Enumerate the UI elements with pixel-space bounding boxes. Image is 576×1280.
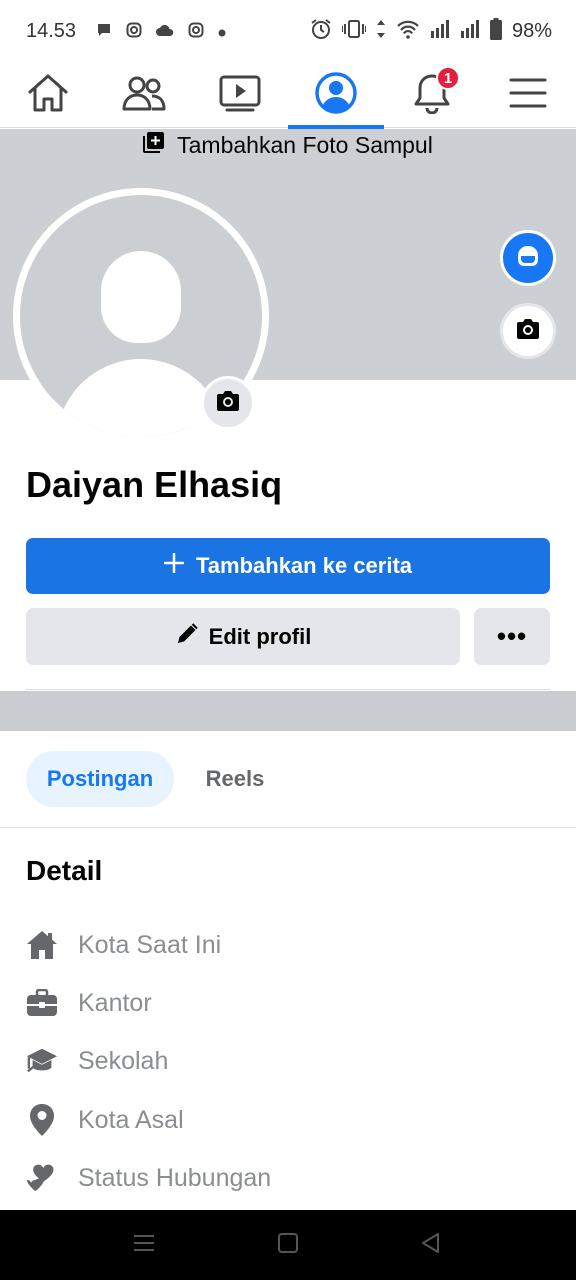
cloud-icon — [156, 23, 174, 42]
menu-lines-icon — [133, 1233, 155, 1258]
battery-icon — [489, 18, 502, 45]
location-pin-icon — [26, 1104, 58, 1136]
back-triangle-icon — [420, 1232, 442, 1259]
top-navigation-bar: 1 — [0, 62, 576, 129]
detail-item-label: Status Hubungan — [78, 1163, 272, 1192]
hamburger-icon — [509, 77, 547, 114]
nav-watch[interactable] — [192, 62, 288, 128]
square-icon — [277, 1232, 299, 1259]
battery-percentage: 98% — [511, 20, 552, 42]
avatar-face-icon — [514, 244, 542, 273]
detail-item-school[interactable]: Sekolah — [26, 1039, 546, 1083]
more-dots-icon: ••• — [496, 621, 528, 651]
detail-item-label: Kota Saat Ini — [78, 930, 222, 959]
divider — [0, 827, 576, 828]
tab-posts-label: Postingan — [46, 766, 154, 791]
add-to-story-label: Tambahkan ke cerita — [195, 553, 413, 578]
signal-icon — [430, 19, 450, 44]
add-cover-photo-label: Tambahkan Foto Sampul — [177, 131, 433, 158]
detail-item-label: Kantor — [78, 988, 152, 1017]
home-button[interactable] — [275, 1232, 301, 1258]
detail-item-workplace[interactable]: Kantor — [26, 981, 546, 1025]
hearts-icon — [26, 1162, 58, 1194]
recent-apps-button[interactable] — [131, 1232, 157, 1258]
detail-item-label: Sekolah — [78, 1046, 169, 1075]
detail-item-label: Kota Asal — [78, 1105, 184, 1134]
signal-icon — [460, 19, 480, 44]
friends-icon — [122, 73, 166, 118]
edit-profile-button[interactable]: Edit profil — [26, 608, 460, 665]
detail-item-relationship[interactable]: Status Hubungan — [26, 1156, 546, 1200]
dot-icon — [218, 24, 226, 42]
edit-profile-label: Edit profil — [208, 623, 312, 649]
add-photo-icon — [143, 131, 165, 159]
avatar-button[interactable] — [500, 230, 556, 286]
more-options-button[interactable]: ••• — [474, 608, 550, 665]
tab-reels[interactable]: Reels — [186, 751, 284, 807]
tab-posts[interactable]: Postingan — [26, 751, 174, 807]
nav-profile[interactable] — [288, 62, 384, 129]
profile-name: Daiyan Elhasiq — [26, 464, 283, 505]
section-separator — [0, 691, 576, 731]
nav-notifications[interactable]: 1 — [384, 62, 480, 128]
notification-badge: 1 — [436, 66, 460, 90]
edit-profile-picture-button[interactable] — [201, 376, 255, 430]
alarm-icon — [310, 18, 332, 45]
instagram-icon — [188, 22, 204, 43]
vibrate-icon — [340, 19, 367, 44]
detail-item-current-city[interactable]: Kota Saat Ini — [26, 923, 546, 967]
add-cover-photo-button[interactable]: Tambahkan Foto Sampul — [0, 131, 576, 159]
detail-item-hometown[interactable]: Kota Asal — [26, 1098, 546, 1142]
tab-reels-label: Reels — [205, 766, 265, 791]
nav-home[interactable] — [0, 62, 96, 128]
home-icon — [27, 73, 69, 118]
pencil-icon — [175, 622, 199, 652]
nav-menu[interactable] — [480, 62, 576, 128]
nav-friends[interactable] — [96, 62, 192, 128]
add-to-story-button[interactable]: Tambahkan ke cerita — [26, 538, 550, 594]
back-button[interactable] — [418, 1232, 444, 1258]
plus-icon — [163, 552, 185, 579]
chat-bubble-icon — [96, 22, 112, 43]
graduation-cap-icon — [26, 1045, 58, 1077]
instagram-icon — [126, 22, 142, 43]
edit-cover-camera-button[interactable] — [500, 303, 556, 359]
status-time: 14.53 — [26, 20, 77, 42]
detail-section-title: Detail — [26, 855, 103, 886]
data-arrows-icon — [376, 19, 386, 44]
status-notification-icons — [96, 22, 226, 43]
wifi-icon — [396, 19, 420, 44]
camera-icon — [215, 390, 241, 417]
house-icon — [26, 929, 58, 961]
profile-icon — [314, 71, 358, 120]
briefcase-icon — [26, 987, 58, 1019]
divider — [26, 689, 550, 690]
status-bar: 14.53 98% — [0, 0, 576, 62]
system-navigation-bar — [0, 1210, 576, 1280]
status-system-icons: 98% — [310, 18, 552, 45]
video-icon — [219, 74, 261, 117]
camera-icon — [515, 318, 541, 345]
